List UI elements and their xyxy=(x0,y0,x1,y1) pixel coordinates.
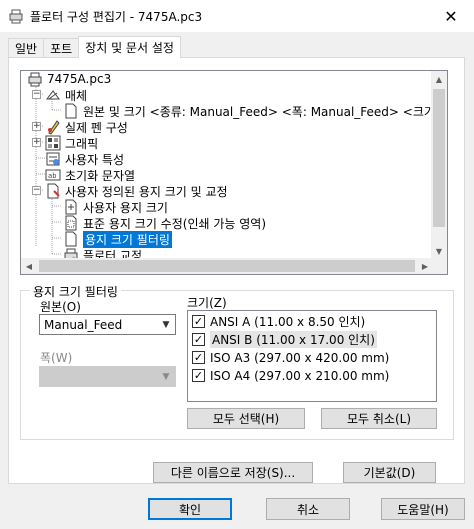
list-item[interactable]: ✓ ANSI B (11.00 x 17.00 인치) xyxy=(192,331,377,348)
tree-item-root[interactable]: 7475A.pc3 xyxy=(27,71,111,87)
svg-text:ab: ab xyxy=(48,172,56,180)
source-value: Manual_Feed xyxy=(44,317,123,332)
tree-item-label: 표준 용지 크기 수정(인쇄 가능 영역) xyxy=(83,216,266,231)
filter-icon xyxy=(63,231,79,247)
defaults-button[interactable]: 기본값(D) xyxy=(343,462,436,483)
cancel-button[interactable]: 취소 xyxy=(266,498,350,520)
tab-ports[interactable]: 포트 xyxy=(43,38,80,58)
size-option-label: ANSI A (11.00 x 8.50 인치) xyxy=(210,315,366,329)
modify-paper-icon xyxy=(63,215,79,231)
chevron-down-icon: ▼ xyxy=(162,320,170,330)
scroll-thumb[interactable] xyxy=(433,89,445,227)
pen-icon xyxy=(45,119,61,135)
source-dropdown[interactable]: Manual_Feed ▼ xyxy=(39,314,176,335)
help-button[interactable]: 도움말(H) xyxy=(381,498,465,520)
tree-item-label: 사용자 정의된 용지 크기 및 교정 xyxy=(65,184,228,199)
tree-item-media[interactable]: 매체 xyxy=(45,87,87,103)
scroll-down-icon[interactable]: ▼ xyxy=(431,243,447,259)
source-label: 원본(O) xyxy=(40,300,81,314)
tree-item-label: 초기화 문자열 xyxy=(65,168,136,183)
size-option-label: ANSI B (11.00 x 17.00 인치) xyxy=(210,331,377,348)
size-option-label: ISO A4 (297.00 x 210.00 mm) xyxy=(210,368,390,383)
checkbox-checked-icon[interactable]: ✓ xyxy=(192,315,205,328)
scroll-left-icon[interactable]: ◀ xyxy=(21,258,37,274)
scroll-up-icon[interactable]: ▲ xyxy=(431,71,447,87)
tree-item-label: 그래픽 xyxy=(65,136,99,151)
tree-item-custom-paper[interactable]: 사용자 정의된 용지 크기 및 교정 xyxy=(45,183,228,199)
settings-tree[interactable]: 7475A.pc3 − 매체 원본 및 크기 <종류: Manual_Feed>… xyxy=(20,70,448,275)
tree-item-label: 사용자 특성 xyxy=(65,152,125,167)
title-bar: 플로터 구성 편집기 - 7475A.pc3 ✕ xyxy=(0,0,474,32)
tree-item-label: 7475A.pc3 xyxy=(47,72,112,86)
tree-item-label: 원본 및 크기 <종류: Manual_Feed> <폭: Manual_Fee… xyxy=(83,104,433,119)
scrollbar-corner xyxy=(431,258,447,274)
paper-size-icon xyxy=(63,199,79,215)
tree-item-label: 사용자 용지 크기 xyxy=(83,200,168,215)
width-dropdown[interactable]: ▼ xyxy=(39,366,176,387)
list-item[interactable]: ✓ ISO A4 (297.00 x 210.00 mm) xyxy=(192,367,389,384)
tree-collapse-icon[interactable]: − xyxy=(32,90,41,99)
graphics-icon xyxy=(45,135,61,151)
tree-item-label: 매체 xyxy=(65,88,88,103)
scroll-thumb[interactable] xyxy=(39,260,415,272)
media-icon xyxy=(45,87,61,103)
tree-item-custom-paper-size[interactable]: 사용자 용지 크기 xyxy=(63,199,168,215)
window-title: 플로터 구성 편집기 - 7475A.pc3 xyxy=(30,9,203,24)
clear-all-button[interactable]: 모두 취소(L) xyxy=(321,408,437,429)
tree-item-filter-paper-sizes[interactable]: 용지 크기 필터링 xyxy=(63,230,172,248)
size-label: 크기(Z) xyxy=(187,296,227,310)
size-option-label: ISO A3 (297.00 x 420.00 mm) xyxy=(210,350,390,365)
tab-device-settings[interactable]: 장치 및 문서 설정 xyxy=(78,36,181,58)
tab-general[interactable]: 일반 xyxy=(8,38,45,58)
plotter-icon xyxy=(27,71,43,87)
tree-collapse-icon[interactable]: − xyxy=(32,186,41,195)
plotter-icon xyxy=(8,8,24,24)
tree-expand-icon[interactable]: + xyxy=(32,122,41,131)
checkbox-checked-icon[interactable]: ✓ xyxy=(192,369,205,382)
list-item[interactable]: ✓ ANSI A (11.00 x 8.50 인치) xyxy=(192,313,365,330)
checkbox-checked-icon[interactable]: ✓ xyxy=(192,333,205,346)
tab-strip: 일반 포트 장치 및 문서 설정 xyxy=(8,36,181,58)
save-as-button[interactable]: 다른 이름으로 저장(S)... xyxy=(153,462,313,483)
tree-item-pen-config[interactable]: 실제 펜 구성 xyxy=(45,119,128,135)
select-all-button[interactable]: 모두 선택(H) xyxy=(187,408,305,429)
width-label: 폭(W) xyxy=(40,351,73,365)
chevron-down-icon: ▼ xyxy=(162,372,170,382)
properties-icon xyxy=(45,151,61,167)
tree-item-label-selected: 용지 크기 필터링 xyxy=(83,230,172,248)
custom-paper-icon xyxy=(45,183,61,199)
tree-item-source-size[interactable]: 원본 및 크기 <종류: Manual_Feed> <폭: Manual_Fee… xyxy=(63,103,433,119)
tree-item-custom-properties[interactable]: 사용자 특성 xyxy=(45,151,124,167)
tree-item-label: 실제 펜 구성 xyxy=(65,120,128,135)
tree-item-init-strings[interactable]: ab 초기화 문자열 xyxy=(45,167,135,183)
init-string-icon: ab xyxy=(45,167,61,183)
tree-content: 7475A.pc3 − 매체 원본 및 크기 <종류: Manual_Feed>… xyxy=(21,71,433,259)
tree-expand-icon[interactable]: + xyxy=(32,138,41,147)
close-button[interactable]: ✕ xyxy=(428,0,474,32)
tree-vertical-scrollbar[interactable]: ▲ ▼ xyxy=(431,71,447,259)
size-checklist[interactable]: ✓ ANSI A (11.00 x 8.50 인치) ✓ ANSI B (11.… xyxy=(187,310,437,402)
page-icon xyxy=(63,103,79,119)
tree-item-modify-standard-paper[interactable]: 표준 용지 크기 수정(인쇄 가능 영역) xyxy=(63,215,266,231)
list-item[interactable]: ✓ ISO A3 (297.00 x 420.00 mm) xyxy=(192,349,389,366)
checkbox-checked-icon[interactable]: ✓ xyxy=(192,351,205,364)
tree-horizontal-scrollbar[interactable]: ◀ ▶ xyxy=(21,258,433,274)
tree-item-graphics[interactable]: 그래픽 xyxy=(45,135,98,151)
ok-button[interactable]: 확인 xyxy=(148,498,232,520)
